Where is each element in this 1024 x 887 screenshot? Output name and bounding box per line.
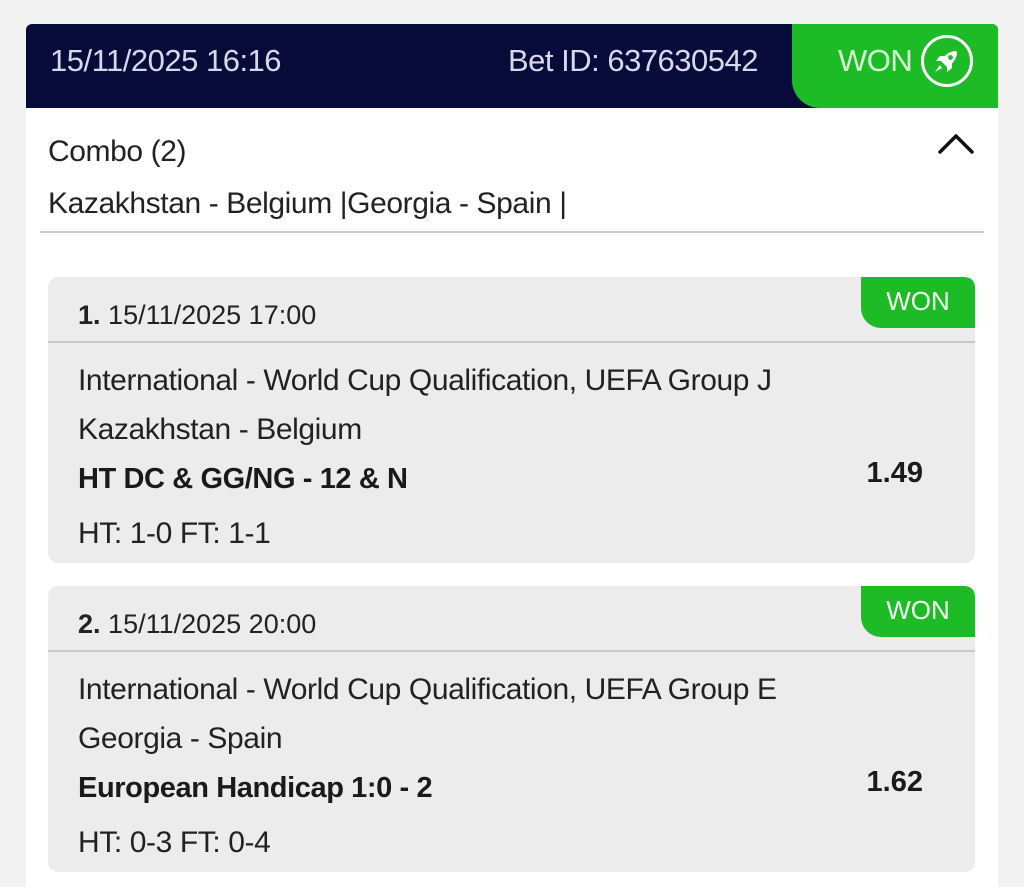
selection-competition: International - World Cup Qualification,… <box>78 364 772 397</box>
selection-match: Kazakhstan - Belgium <box>78 413 362 446</box>
selection-index: 1. <box>78 300 101 330</box>
selection-header: 1. 15/11/2025 17:00 <box>78 297 316 333</box>
selection-match: Georgia - Spain <box>78 722 283 755</box>
selection-card: 1. 15/11/2025 17:00 WON International - … <box>48 277 975 563</box>
bet-datetime: 15/11/2025 16:16 <box>50 43 282 78</box>
selection-status-badge: WON <box>861 586 975 637</box>
bet-card: 15/11/2025 16:16 Bet ID: 637630542 WON C… <box>26 24 998 887</box>
bet-id: Bet ID: 637630542 <box>507 43 759 78</box>
selection-datetime: 15/11/2025 17:00 <box>108 300 317 330</box>
selection-index: 2. <box>78 609 101 639</box>
selection-odds: 1.49 <box>866 457 923 489</box>
selection-divider <box>48 341 975 343</box>
selection-status-badge: WON <box>861 277 975 328</box>
bet-header: 15/11/2025 16:16 Bet ID: 637630542 WON <box>26 24 998 108</box>
chevron-up-icon[interactable] <box>936 128 976 158</box>
bet-status-label: WON <box>838 43 913 78</box>
selection-market: European Handicap 1:0 - 2 <box>78 772 433 804</box>
summary-divider <box>40 231 984 233</box>
selection-market: HT DC & GG/NG - 12 & N <box>78 463 408 495</box>
selection-card: 2. 15/11/2025 20:00 WON International - … <box>48 586 975 872</box>
bet-status-badge: WON <box>792 24 998 108</box>
bet-summary: Combo (2) Kazakhstan - Belgium |Georgia … <box>48 132 984 224</box>
selection-score: HT: 1-0 FT: 1-1 <box>78 517 271 550</box>
selection-divider <box>48 650 975 652</box>
selection-datetime: 15/11/2025 20:00 <box>108 609 317 639</box>
bet-events: Kazakhstan - Belgium |Georgia - Spain | <box>48 187 567 220</box>
selection-odds: 1.62 <box>866 766 923 798</box>
rocket-icon <box>921 35 973 87</box>
selection-score: HT: 0-3 FT: 0-4 <box>78 826 271 859</box>
bet-type: Combo (2) <box>48 135 187 168</box>
selection-header: 2. 15/11/2025 20:00 <box>78 606 316 642</box>
selection-competition: International - World Cup Qualification,… <box>78 673 777 706</box>
